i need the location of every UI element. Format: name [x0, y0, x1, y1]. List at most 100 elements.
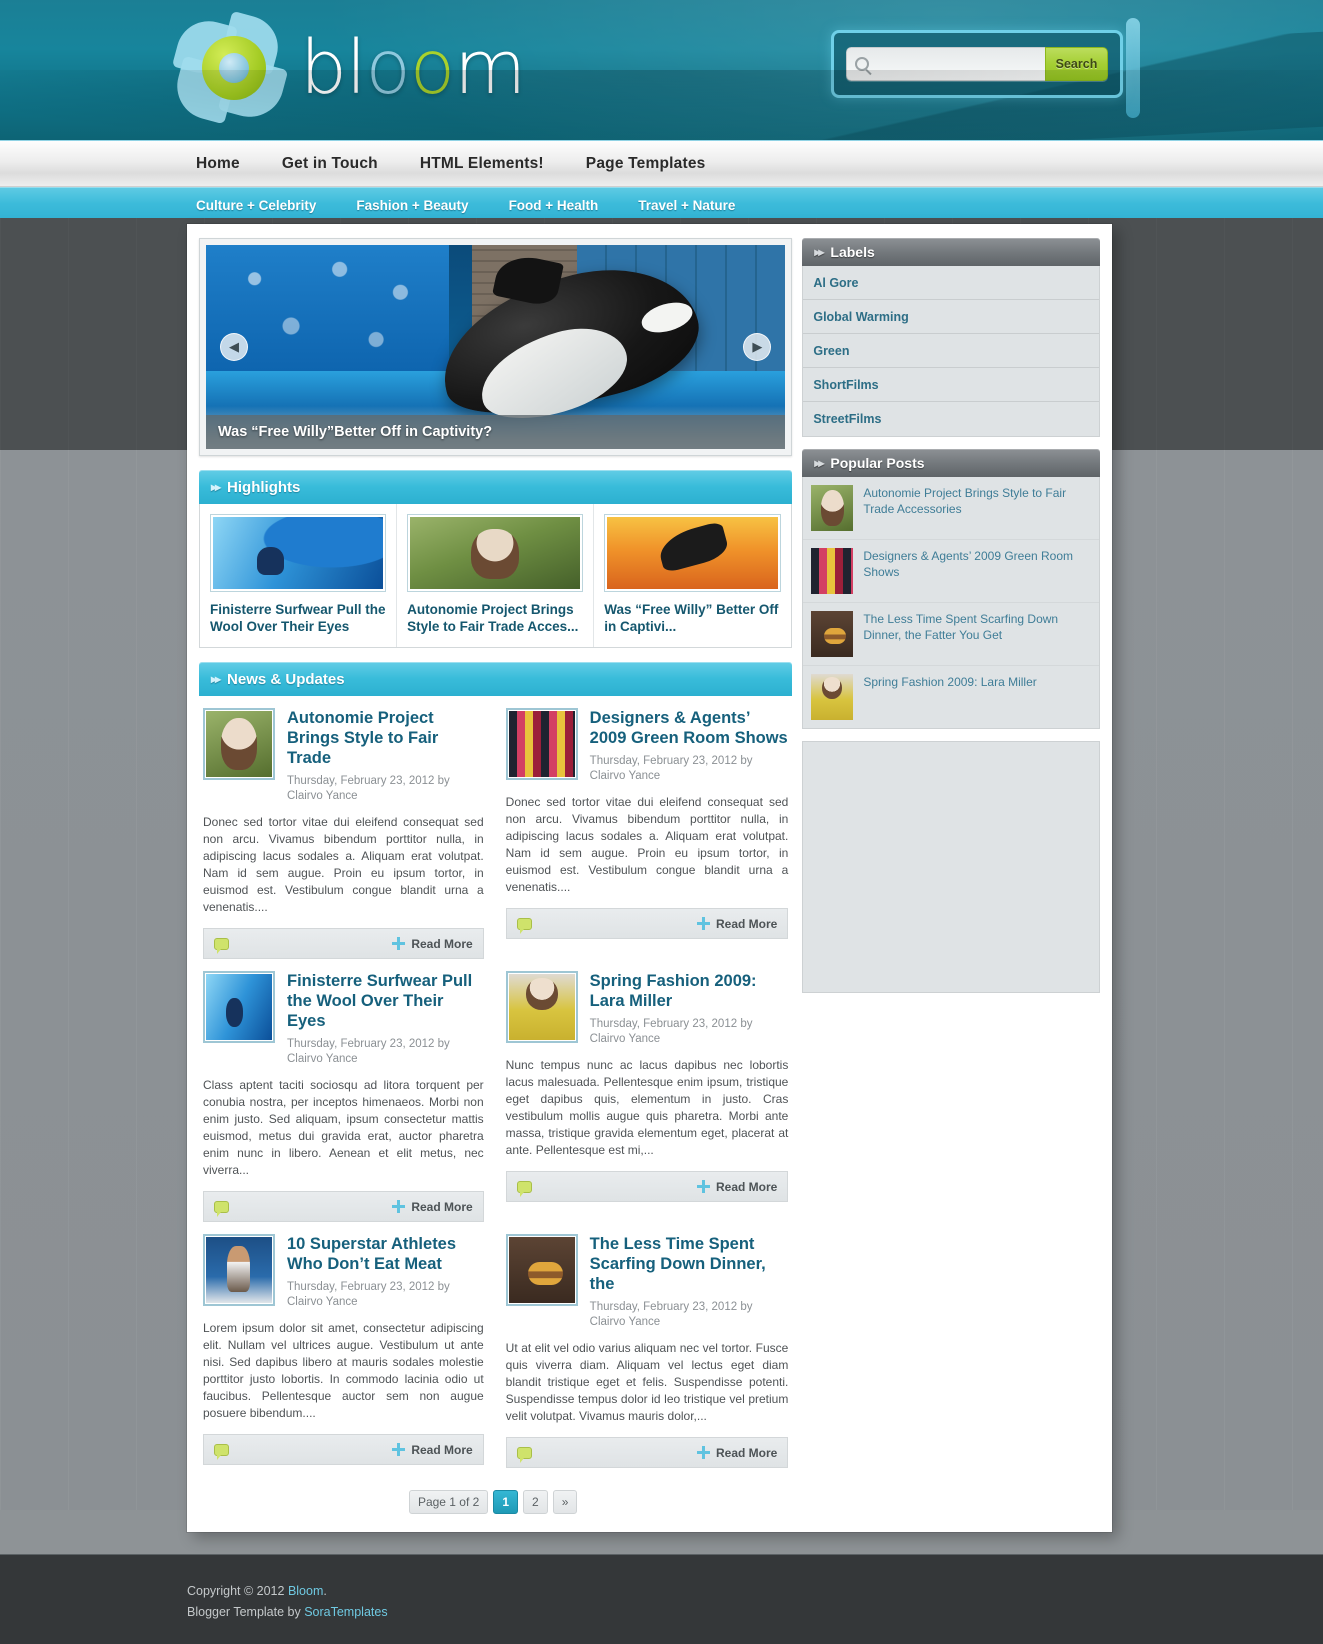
footer-bloom-link[interactable]: Bloom [288, 1584, 323, 1598]
post-title[interactable]: Finisterre Surfwear Pull the Wool Over T… [287, 971, 484, 1031]
pagination-next-button[interactable]: » [552, 1490, 578, 1514]
search-field-wrapper[interactable] [846, 47, 1045, 81]
post-title[interactable]: Designers & Agents’ 2009 Green Room Show… [590, 708, 789, 748]
highlight-item[interactable]: Autonomie Project Brings Style to Fair T… [397, 504, 595, 647]
pagination-status: Page 1 of 2 [408, 1490, 489, 1514]
post-excerpt: Ut at elit vel odio varius aliquam nec v… [505, 1341, 789, 1423]
logo-text-part-o1: o [365, 25, 411, 111]
nav-item-get-in-touch[interactable]: Get in Touch [282, 155, 378, 173]
content-wrapper: ◀ ▶ Was “Free Willy”Better Off in Captiv… [187, 224, 1112, 1532]
primary-navigation: Home Get in Touch HTML Elements! Page Te… [0, 140, 1323, 187]
nav-item-html-elements[interactable]: HTML Elements! [420, 155, 544, 173]
page-root: bloom Search Home Get in Touch HTML Elem… [0, 0, 1323, 1644]
post-meta: Thursday, February 23, 2012 by Clairvo Y… [287, 775, 450, 802]
highlight-item[interactable]: Finisterre Surfwear Pull the Wool Over T… [200, 504, 398, 647]
popular-post-item[interactable]: Designers & Agents’ 2009 Green Room Show… [803, 540, 1099, 603]
pagination: Page 1 of 2 1 2 » [199, 1490, 792, 1514]
featured-slider: ◀ ▶ Was “Free Willy”Better Off in Captiv… [199, 238, 793, 456]
post-meta: Thursday, February 23, 2012 by Clairvo Y… [589, 1301, 753, 1328]
news-section-header: ▸▸ News & Updates [199, 662, 793, 696]
labels-widget-body: Al Gore Global Warming Green ShortFilms … [802, 266, 1100, 437]
read-more-button[interactable]: Read More [696, 916, 778, 931]
featured-slider-image[interactable]: ◀ ▶ Was “Free Willy”Better Off in Captiv… [206, 245, 786, 449]
main-column: ◀ ▶ Was “Free Willy”Better Off in Captiv… [199, 238, 793, 1514]
post-thumbnail[interactable] [505, 1234, 578, 1306]
subnav-item-food-health[interactable]: Food + Health [509, 198, 599, 213]
popular-posts-widget-body: Autonomie Project Brings Style to Fair T… [802, 477, 1100, 729]
highlight-title[interactable]: Was “Free Willy” Better Off in Captivi..… [604, 601, 781, 635]
popular-post-title[interactable]: Spring Fashion 2009: Lara Miller [863, 674, 1036, 720]
read-more-button[interactable]: Read More [696, 1446, 777, 1460]
label-item-streetfilms[interactable]: StreetFilms [803, 402, 1099, 436]
comment-bubble-icon[interactable] [214, 937, 229, 954]
sidebar-empty-widget [802, 741, 1100, 993]
read-more-button[interactable]: Read More [392, 937, 473, 951]
read-more-button[interactable]: Read More [392, 1443, 473, 1457]
nav-item-page-templates[interactable]: Page Templates [586, 155, 706, 173]
post-excerpt: Lorem ipsum dolor sit amet, consectetur … [203, 1321, 484, 1420]
footer-credit-prefix: Blogger Template by [187, 1605, 305, 1619]
highlights-title: Highlights [227, 478, 301, 496]
nav-item-home[interactable]: Home [196, 155, 240, 173]
popular-post-item[interactable]: Autonomie Project Brings Style to Fair T… [803, 477, 1099, 540]
footer-soratemplates-link[interactable]: SoraTemplates [304, 1605, 387, 1619]
read-more-button[interactable]: Read More [696, 1180, 777, 1194]
content-box: ◀ ▶ Was “Free Willy”Better Off in Captiv… [187, 224, 1112, 1532]
double-chevron-icon: ▸▸ [211, 480, 221, 494]
pagination-page-2[interactable]: 2 [523, 1490, 548, 1514]
popular-post-item[interactable]: The Less Time Spent Scarfing Down Dinner… [803, 603, 1099, 666]
popular-post-item[interactable]: Spring Fashion 2009: Lara Miller [803, 666, 1099, 728]
site-footer: Copyright © 2012 Bloom. Blogger Template… [0, 1554, 1323, 1644]
label-item-green[interactable]: Green [803, 334, 1099, 368]
post-title[interactable]: Spring Fashion 2009: Lara Miller [590, 971, 789, 1011]
post-thumbnail[interactable] [505, 971, 578, 1043]
highlight-title[interactable]: Autonomie Project Brings Style to Fair T… [407, 601, 583, 635]
post-footer: Read More [505, 1437, 789, 1468]
post-title[interactable]: The Less Time Spent Scarfing Down Dinner… [590, 1234, 789, 1294]
labels-widget-title: Labels [830, 244, 875, 260]
slider-prev-icon[interactable]: ◀ [220, 333, 248, 361]
highlight-thumbnail[interactable] [604, 514, 782, 592]
popular-posts-widget-title: Popular Posts [830, 455, 925, 471]
post-title[interactable]: Autonomie Project Brings Style to Fair T… [287, 708, 484, 768]
label-item-shortfilms[interactable]: ShortFilms [803, 368, 1099, 402]
sidebar: ▸▸ Labels Al Gore Global Warming Green S… [802, 238, 1100, 1514]
comment-bubble-icon[interactable] [516, 1180, 532, 1197]
read-more-label: Read More [715, 916, 778, 931]
post-thumbnail[interactable] [203, 1234, 275, 1306]
popular-post-title[interactable]: Designers & Agents’ 2009 Green Room Show… [863, 548, 1089, 594]
popular-posts-widget-header: ▸▸ Popular Posts [802, 449, 1100, 477]
label-item-global-warming[interactable]: Global Warming [803, 300, 1099, 334]
search-input[interactable] [875, 57, 1045, 71]
site-logo[interactable]: bloom [169, 10, 526, 125]
post-meta: Thursday, February 23, 2012 by Clairvo Y… [287, 1281, 450, 1308]
news-post: Spring Fashion 2009: Lara Miller Thursda… [496, 959, 793, 1222]
popular-post-title[interactable]: The Less Time Spent Scarfing Down Dinner… [863, 611, 1089, 657]
subnav-item-fashion-beauty[interactable]: Fashion + Beauty [356, 198, 468, 213]
post-thumbnail[interactable] [505, 708, 578, 780]
post-thumbnail[interactable] [203, 708, 275, 780]
logo-wordmark: bloom [300, 30, 526, 106]
comment-bubble-icon[interactable] [214, 1200, 229, 1217]
news-post: The Less Time Spent Scarfing Down Dinner… [496, 1222, 793, 1468]
highlight-title[interactable]: Finisterre Surfwear Pull the Wool Over T… [210, 601, 386, 635]
comment-bubble-icon[interactable] [516, 917, 532, 934]
highlight-thumbnail[interactable] [210, 514, 387, 592]
post-excerpt: Nunc tempus nunc ac lacus dapibus nec lo… [505, 1058, 789, 1157]
plus-icon [696, 1446, 710, 1459]
comment-bubble-icon[interactable] [214, 1443, 229, 1460]
subnav-item-travel-nature[interactable]: Travel + Nature [638, 198, 735, 213]
read-more-button[interactable]: Read More [392, 1200, 473, 1214]
plus-icon [392, 937, 406, 950]
search-button[interactable]: Search [1045, 47, 1108, 81]
comment-bubble-icon[interactable] [516, 1446, 532, 1463]
highlight-item[interactable]: Was “Free Willy” Better Off in Captivi..… [594, 504, 791, 647]
label-item-al-gore[interactable]: Al Gore [803, 266, 1099, 300]
popular-post-title[interactable]: Autonomie Project Brings Style to Fair T… [863, 485, 1089, 531]
subnav-item-culture-celebrity[interactable]: Culture + Celebrity [196, 198, 316, 213]
post-title[interactable]: 10 Superstar Athletes Who Don’t Eat Meat [287, 1234, 484, 1274]
pagination-page-1[interactable]: 1 [493, 1490, 519, 1514]
highlight-thumbnail[interactable] [407, 514, 584, 592]
popular-post-thumbnail [811, 674, 854, 720]
post-thumbnail[interactable] [203, 971, 275, 1043]
